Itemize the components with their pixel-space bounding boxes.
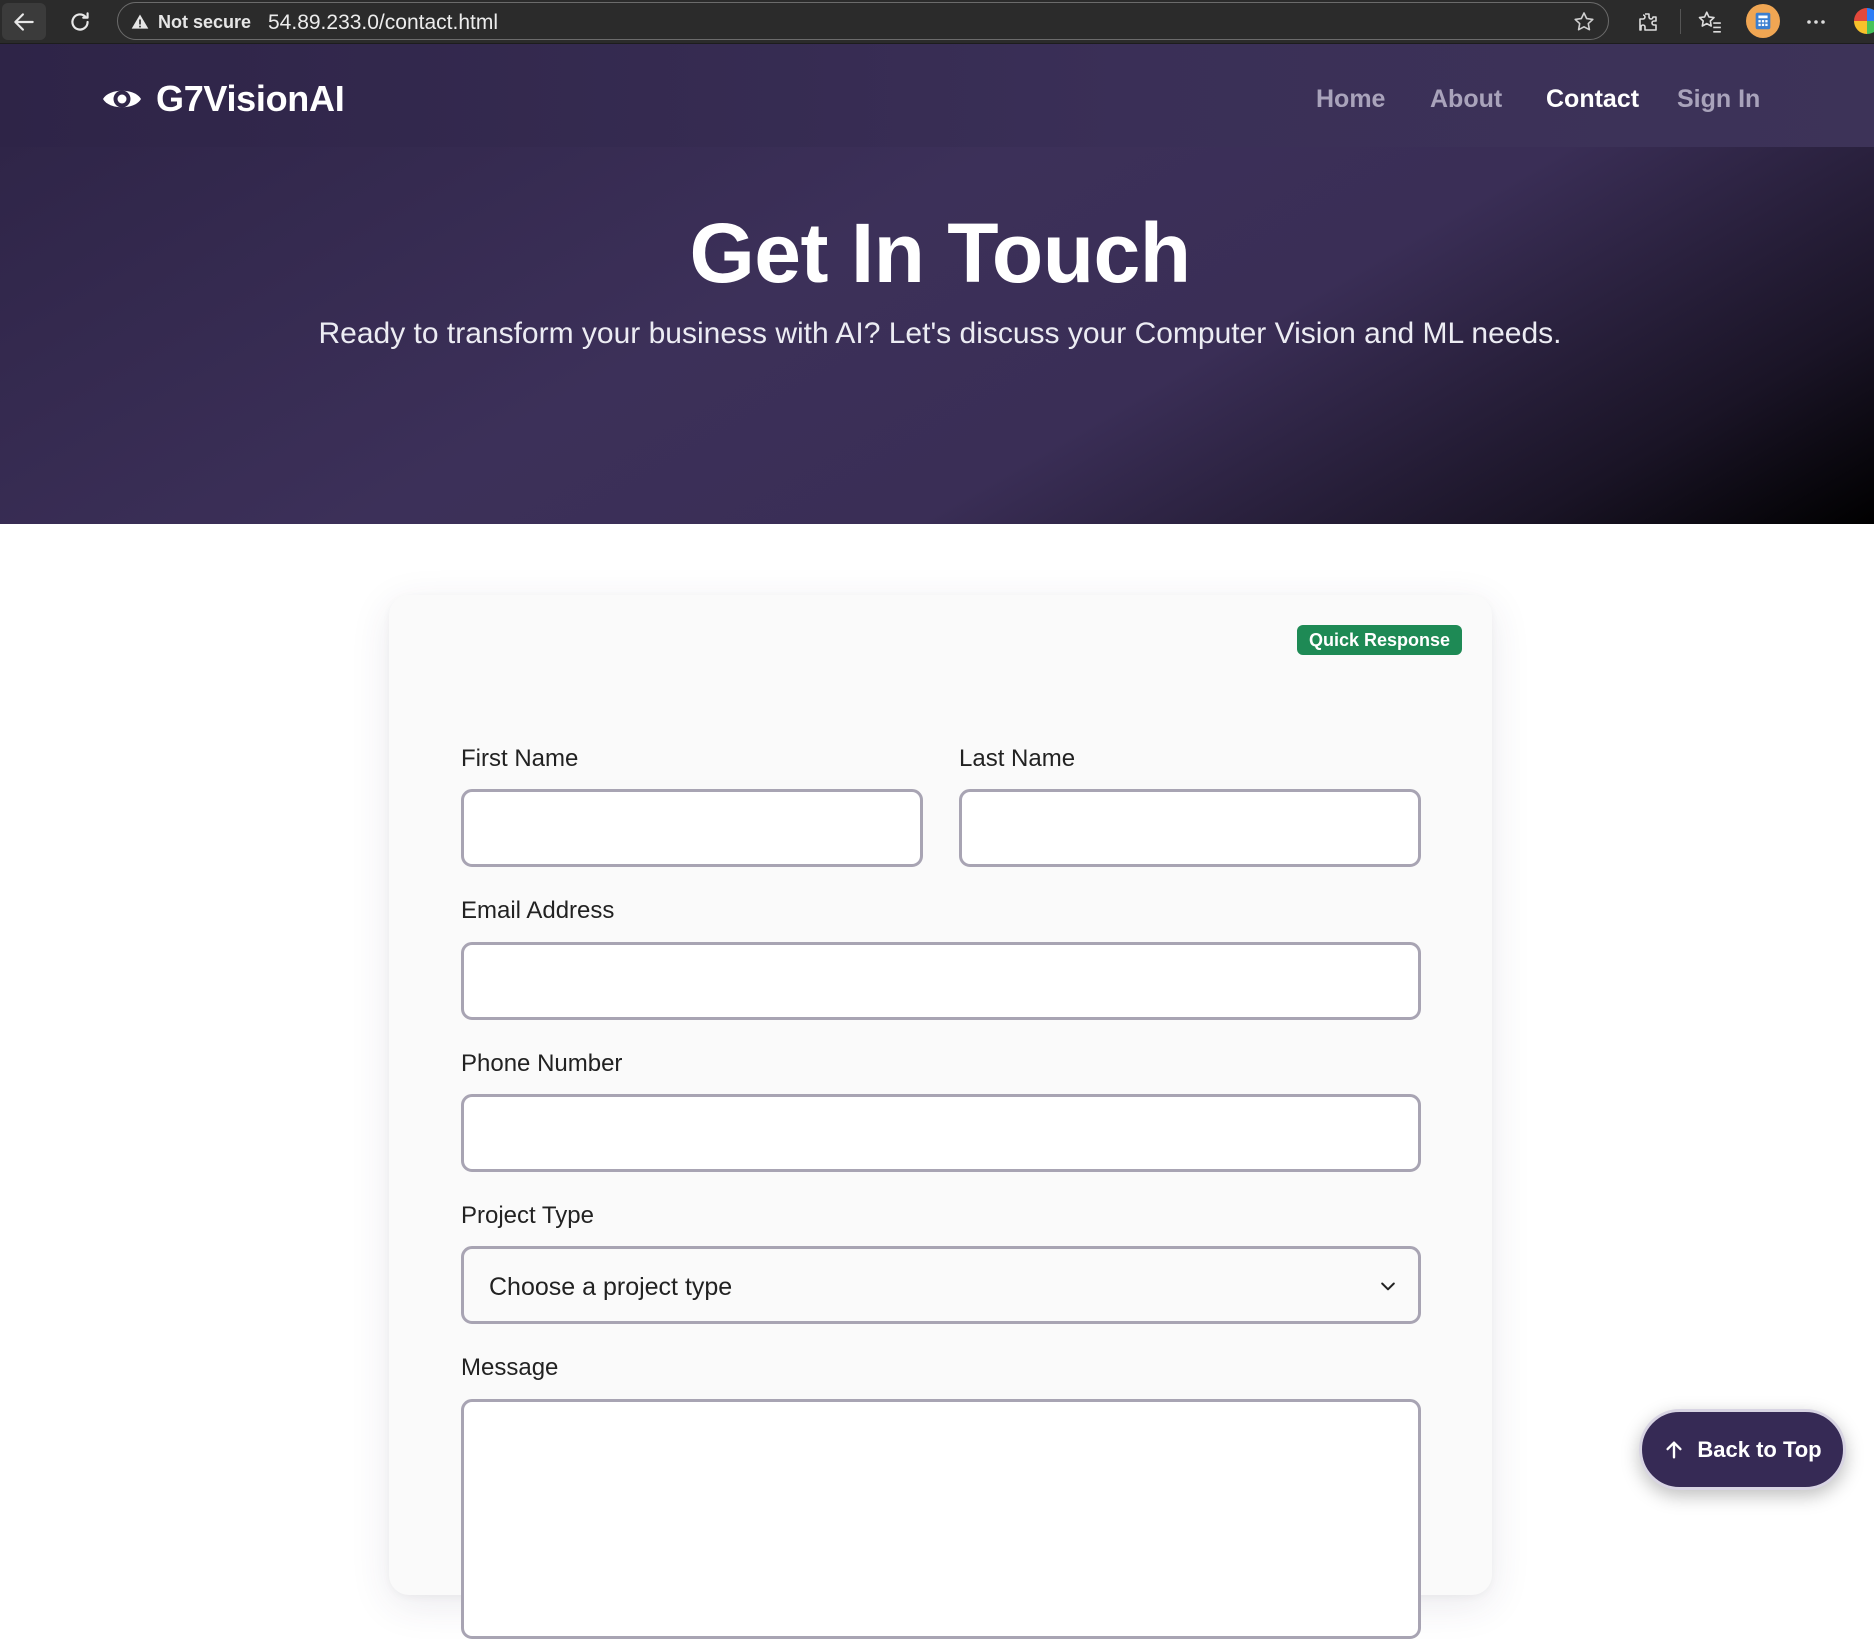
phone-label: Phone Number — [461, 1050, 623, 1077]
extensions-icon[interactable] — [1632, 6, 1664, 38]
back-to-top-label: Back to Top — [1697, 1436, 1822, 1462]
reload-icon — [71, 11, 89, 31]
first-name-label: First Name — [461, 745, 579, 772]
contact-form: Quick Response First Name Last Name Emai… — [389, 595, 1492, 1639]
email-field[interactable] — [461, 942, 1421, 1020]
back-to-top-button[interactable]: Back to Top — [1639, 1409, 1846, 1490]
brand-logo[interactable]: G7VisionAI — [101, 78, 345, 120]
chevron-down-icon — [1381, 1282, 1395, 1291]
eye-icon — [103, 90, 141, 108]
favorite-star-icon[interactable] — [1572, 10, 1596, 34]
site-header: G7VisionAI Home About Contact Sign In — [0, 44, 1874, 147]
url-text[interactable]: 54.89.233.0/contact.html — [268, 11, 498, 35]
browser-toolbar: Not secure 54.89.233.0/contact.html — [0, 0, 1874, 44]
last-name-field[interactable] — [959, 789, 1421, 867]
page-title: Get In Touch — [689, 206, 1191, 300]
copilot-icon[interactable] — [1854, 8, 1874, 34]
profile-avatar[interactable] — [1746, 4, 1780, 38]
back-button[interactable] — [2, 3, 46, 40]
security-status[interactable]: Not secure — [158, 12, 251, 33]
warning-icon — [131, 14, 149, 29]
arrow-left-icon — [14, 12, 34, 31]
message-field[interactable] — [461, 1399, 1421, 1639]
toolbar-divider — [1680, 9, 1681, 34]
email-label: Email Address — [461, 897, 615, 924]
address-bar[interactable]: Not secure 54.89.233.0/contact.html — [117, 2, 1609, 40]
nav-link-home[interactable]: Home — [1316, 85, 1385, 114]
brand-name: G7VisionAI — [156, 78, 345, 119]
more-options-icon[interactable] — [1800, 6, 1832, 38]
quick-response-badge: Quick Response — [1296, 625, 1462, 655]
hero-section: Get In Touch Ready to transform your bus… — [0, 147, 1874, 524]
project-type-selected: Choose a project type — [489, 1273, 733, 1301]
last-name-label: Last Name — [959, 745, 1076, 772]
arrow-up-icon — [1666, 1440, 1682, 1459]
nav-link-about[interactable]: About — [1430, 85, 1502, 114]
calculator-icon — [1755, 12, 1771, 30]
phone-field[interactable] — [461, 1094, 1421, 1172]
content-area: Quick Response First Name Last Name Emai… — [0, 524, 1874, 1639]
project-type-label: Project Type — [461, 1202, 594, 1229]
nav-link-contact[interactable]: Contact — [1546, 85, 1639, 114]
page-subtitle: Ready to transform your business with AI… — [318, 317, 1562, 350]
first-name-field[interactable] — [461, 789, 923, 867]
reload-button[interactable] — [58, 3, 102, 40]
nav-link-sign-in[interactable]: Sign In — [1677, 85, 1760, 114]
favorites-icon[interactable] — [1694, 6, 1726, 38]
project-type-select[interactable]: Choose a project type — [461, 1246, 1421, 1324]
message-label: Message — [461, 1354, 559, 1381]
